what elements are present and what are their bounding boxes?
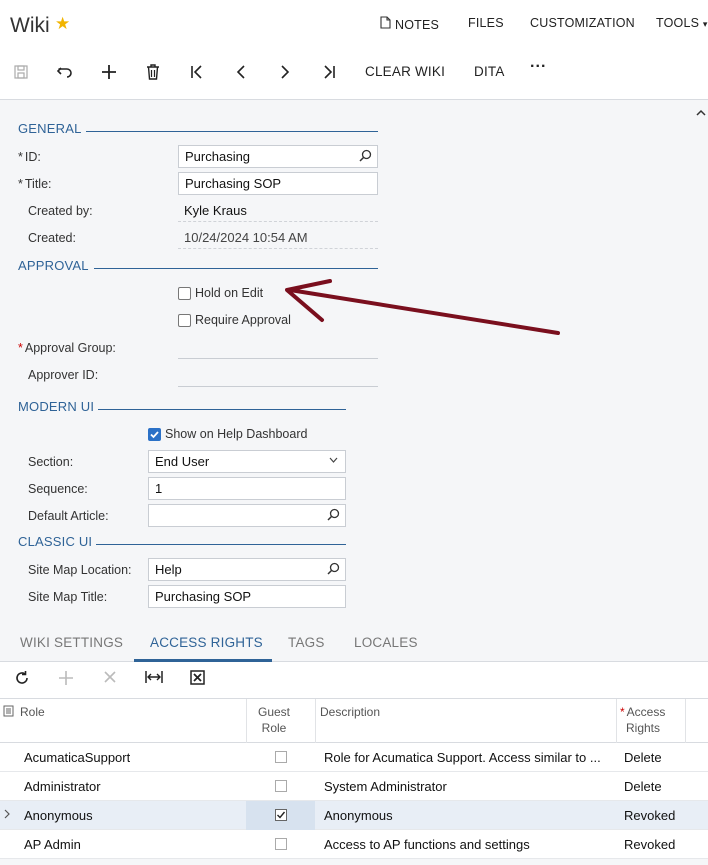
column-separator <box>616 699 617 744</box>
plus-icon <box>59 671 73 685</box>
description-cell: Anonymous <box>324 808 393 823</box>
show-on-help-dashboard-checkbox[interactable]: Show on Help Dashboard <box>148 427 307 441</box>
role-cell: Anonymous <box>24 808 93 823</box>
column-separator <box>246 699 247 744</box>
section-select[interactable]: End User <box>148 450 346 473</box>
export-excel-button[interactable] <box>190 670 205 688</box>
chevron-down-icon <box>329 455 338 466</box>
fit-columns-button[interactable] <box>145 670 163 687</box>
guest-role-checkbox[interactable] <box>275 751 287 763</box>
grid-toolbar <box>0 662 708 698</box>
description-cell: Access to AP functions and settings <box>324 837 530 852</box>
grid-settings-icon[interactable] <box>3 705 14 720</box>
description-cell: Role for Acumatica Support. Access simil… <box>324 750 601 765</box>
classic-ui-divider <box>96 544 346 545</box>
access-rights-cell[interactable]: Delete <box>624 779 662 794</box>
role-cell: Administrator <box>24 779 101 794</box>
modern-ui-section-title: MODERN UI <box>18 399 95 414</box>
section-label: Section: <box>28 455 74 469</box>
default-article-label: Default Article: <box>28 509 109 523</box>
refresh-button[interactable] <box>14 670 30 689</box>
column-separator <box>685 699 686 744</box>
delete-row-button[interactable] <box>103 670 117 687</box>
column-separator <box>315 699 316 744</box>
default-article-input[interactable] <box>148 504 346 527</box>
sequence-input[interactable]: 1 <box>148 477 346 500</box>
tab-wiki-settings[interactable]: WIKI SETTINGS <box>20 635 123 650</box>
add-row-button[interactable] <box>58 670 74 689</box>
site-map-title-label: Site Map Title: <box>28 590 108 604</box>
tab-locales[interactable]: LOCALES <box>354 635 418 650</box>
column-header-guest-role[interactable]: Guest Role <box>256 705 292 735</box>
site-map-location-label: Site Map Location: <box>28 563 132 577</box>
table-row[interactable]: AcumaticaSupport Role for Acumatica Supp… <box>0 743 708 772</box>
tab-bar: WIKI SETTINGS ACCESS RIGHTS TAGS LOCALES <box>0 626 708 662</box>
access-rights-cell[interactable]: Revoked <box>624 837 675 852</box>
classic-ui-section-title: CLASSIC UI <box>18 534 93 549</box>
row-selector-chevron-icon <box>4 807 10 822</box>
table-row[interactable]: AP Admin Access to AP functions and sett… <box>0 830 708 859</box>
guest-role-checkbox[interactable] <box>275 838 287 850</box>
role-cell: AcumaticaSupport <box>24 750 131 765</box>
search-icon[interactable] <box>327 562 340 578</box>
access-rights-cell[interactable]: Revoked <box>624 808 675 823</box>
role-cell: AP Admin <box>24 837 81 852</box>
guest-role-checkbox[interactable] <box>275 780 287 792</box>
modern-ui-divider <box>98 409 346 410</box>
close-icon <box>104 671 116 683</box>
site-map-location-input[interactable]: Help <box>148 558 346 581</box>
checkbox-checked-icon <box>148 427 161 441</box>
search-icon[interactable] <box>327 508 340 524</box>
table-row-selected[interactable]: Anonymous Anonymous Revoked <box>0 801 708 830</box>
column-header-description[interactable]: Description <box>320 705 380 719</box>
tab-tags[interactable]: TAGS <box>288 635 325 650</box>
table-row[interactable]: Administrator System Administrator Delet… <box>0 772 708 801</box>
guest-role-checkbox-checked[interactable] <box>275 809 287 821</box>
column-header-role[interactable]: Role <box>20 705 45 719</box>
column-header-access-rights[interactable]: * Access Rights <box>620 705 670 735</box>
grid-header: Role Guest Role Description * Access Right… <box>0 698 708 744</box>
site-map-title-input[interactable]: Purchasing SOP <box>148 585 346 608</box>
excel-icon <box>190 670 205 685</box>
access-rights-cell[interactable]: Delete <box>624 750 662 765</box>
fit-width-icon <box>145 671 163 683</box>
tab-access-rights[interactable]: ACCESS RIGHTS <box>150 635 263 650</box>
sequence-label: Sequence: <box>28 482 88 496</box>
refresh-icon <box>16 671 28 684</box>
description-cell: System Administrator <box>324 779 447 794</box>
